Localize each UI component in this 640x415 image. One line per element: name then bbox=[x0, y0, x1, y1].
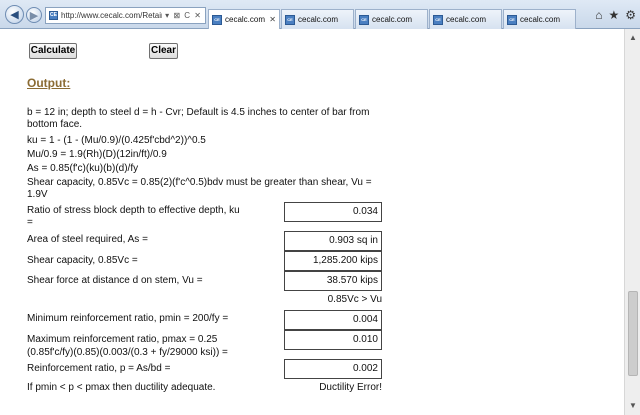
pmax-label-formula: (0.85f'c/fy)(0.85)(0.003/(0.3 + fy/29000… bbox=[27, 347, 228, 358]
pmin-output-field[interactable]: 0.004 bbox=[284, 310, 382, 330]
ku-output-field[interactable]: 0.034 bbox=[284, 202, 382, 222]
forward-button[interactable]: ▶ bbox=[26, 7, 42, 23]
tab-label: cecalc.com bbox=[372, 15, 413, 24]
scroll-down-icon[interactable]: ▼ bbox=[627, 400, 639, 412]
pmax-output-field[interactable]: 0.010 bbox=[284, 330, 382, 350]
tab-favicon-icon: CE bbox=[285, 14, 295, 25]
tab-favicon-icon: CE bbox=[433, 14, 443, 25]
browser-tab-5[interactable]: CE cecalc.com bbox=[503, 9, 576, 29]
p-label: Reinforcement ratio, p = As/bd = bbox=[27, 363, 171, 374]
browser-tab-3[interactable]: CE cecalc.com bbox=[355, 9, 428, 29]
vertical-scrollbar[interactable]: ▲ ▼ bbox=[624, 29, 640, 415]
pmax-label: Maximum reinforcement ratio, pmax = 0.25 bbox=[27, 334, 218, 345]
ku-label: Ratio of stress block depth to effective… bbox=[27, 205, 240, 216]
as-output-field[interactable]: 0.903 sq in bbox=[284, 231, 382, 251]
address-bar[interactable]: CE http://www.cecalc.com/Retaining ▾ ⊠ C… bbox=[45, 7, 206, 24]
note-ku-formula: ku = 1 - (1 - (Mu/0.9)/(0.425f'cbd^2))^0… bbox=[27, 135, 206, 146]
output-heading: Output: bbox=[27, 76, 71, 90]
back-button[interactable]: ◀ bbox=[5, 5, 24, 24]
vu-output-field[interactable]: 38.570 kips bbox=[284, 271, 382, 291]
note-dimensions: b = 12 in; depth to steel d = h - Cvr; D… bbox=[27, 107, 370, 130]
scroll-thumb[interactable] bbox=[628, 291, 638, 376]
tab-favicon-icon: CE bbox=[359, 14, 369, 25]
forward-arrow-icon: ▶ bbox=[29, 9, 39, 22]
tab-label: cecalc.com bbox=[298, 15, 339, 24]
star-icon[interactable]: ★ bbox=[608, 8, 619, 22]
tab-label: cecalc.com bbox=[225, 15, 266, 24]
gear-icon[interactable]: ⚙ bbox=[625, 8, 636, 22]
browser-tab-2[interactable]: CE cecalc.com bbox=[281, 9, 354, 29]
tab-favicon-icon: CE bbox=[507, 14, 517, 25]
browser-tab-1[interactable]: CE cecalc.com ✕ bbox=[208, 9, 280, 29]
scroll-up-icon[interactable]: ▲ bbox=[627, 32, 639, 44]
as-label: Area of steel required, As = bbox=[27, 234, 148, 245]
vu-label: Shear force at distance d on stem, Vu = bbox=[27, 275, 203, 286]
home-icon[interactable]: ⌂ bbox=[595, 8, 602, 22]
address-url[interactable]: http://www.cecalc.com/Retaining bbox=[61, 11, 162, 20]
pmin-label: Minimum reinforcement ratio, pmin = 200/… bbox=[27, 313, 229, 324]
tab-favicon-icon: CE bbox=[212, 14, 222, 25]
site-favicon-icon: CE bbox=[49, 11, 58, 20]
clear-button[interactable]: Clear bbox=[149, 43, 178, 59]
tab-close-icon[interactable]: ✕ bbox=[267, 15, 276, 24]
browser-tab-4[interactable]: CE cecalc.com bbox=[429, 9, 502, 29]
vc-output-field[interactable]: 1,285.200 kips bbox=[284, 251, 382, 271]
tab-label: cecalc.com bbox=[446, 15, 487, 24]
browser-toolbar: ◀ ▶ CE http://www.cecalc.com/Retaining ▾… bbox=[0, 0, 640, 29]
note-mu-formula: Mu/0.9 = 1.9(Rh)(D)(12in/ft)/0.9 bbox=[27, 149, 167, 160]
ku-label-eq: = bbox=[27, 217, 33, 228]
tab-label: cecalc.com bbox=[520, 15, 561, 24]
shear-check-result: 0.85Vc > Vu bbox=[327, 294, 382, 305]
note-as-formula: As = 0.85(f'c)(ku)(b)(d)/fy bbox=[27, 163, 139, 174]
vc-label: Shear capacity, 0.85Vc = bbox=[27, 255, 138, 266]
address-bar-controls[interactable]: ▾ ⊠ C ✕ bbox=[162, 11, 205, 20]
p-output-field[interactable]: 0.002 bbox=[284, 359, 382, 379]
ductility-label: If pmin < p < pmax then ductility adequa… bbox=[27, 382, 216, 393]
calculate-button[interactable]: Calculate bbox=[29, 43, 77, 59]
note-shear-formula: Shear capacity, 0.85Vc = 0.85(2)(f'c^0.5… bbox=[27, 177, 372, 200]
ductility-result: Ductility Error! bbox=[319, 382, 382, 393]
back-arrow-icon: ◀ bbox=[10, 9, 19, 21]
browser-command-icons: ⌂ ★ ⚙ bbox=[595, 8, 636, 22]
